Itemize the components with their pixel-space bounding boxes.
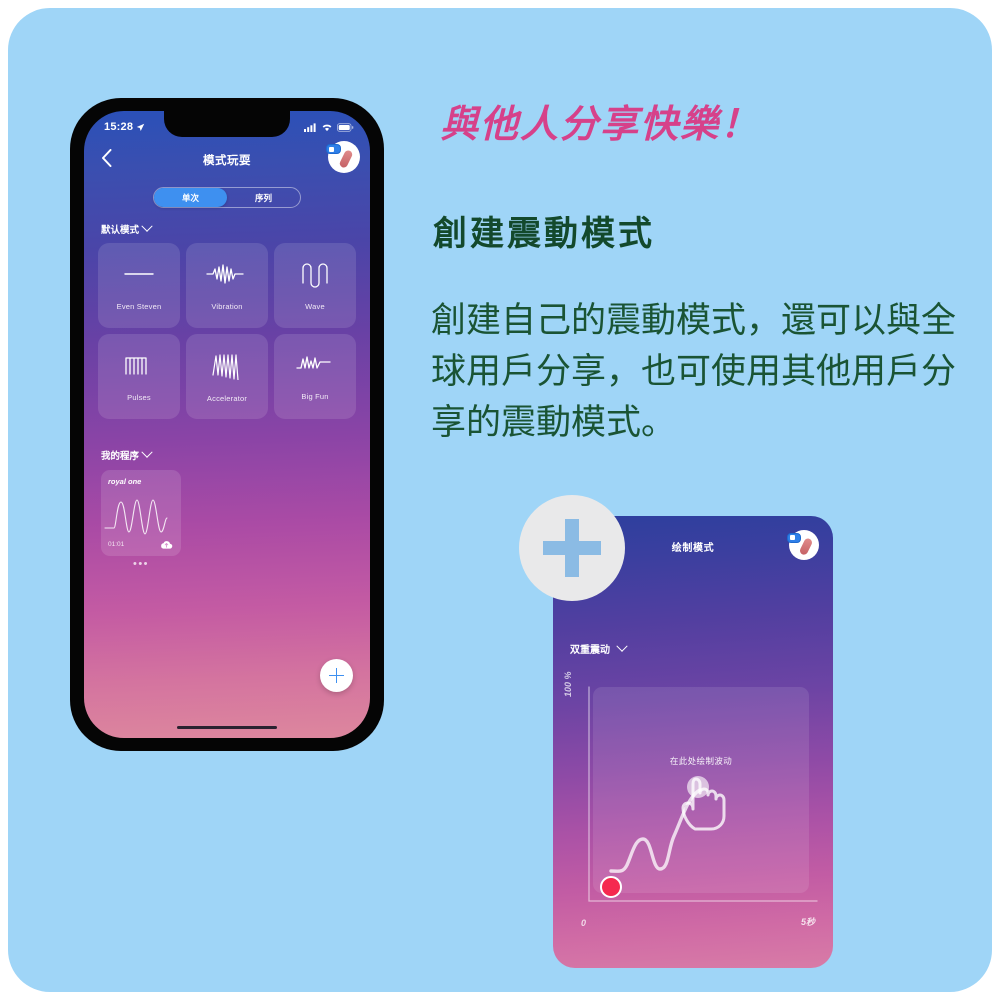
battery-icon [337, 122, 354, 132]
wifi-icon [322, 124, 332, 131]
section-header-default-patterns[interactable]: 默认模式 [101, 220, 153, 236]
chevron-down-icon [141, 220, 153, 232]
cloud-upload-icon[interactable] [160, 539, 173, 550]
program-more-button[interactable]: ••• [101, 559, 181, 570]
back-button[interactable] [95, 145, 117, 171]
pattern-tile-accelerator[interactable]: Accelerator [186, 334, 268, 419]
promo-graphic: 15:28 模式玩耍 单次 序列 默认模式 Even Steven Vibrat… [0, 0, 1000, 1000]
status-icons-group [304, 122, 354, 132]
segment-single[interactable]: 单次 [154, 188, 227, 207]
x-axis-max-label: 5秒 [800, 917, 815, 927]
promo-body-text: 創建自己的震動模式，還可以與全球用戶分享，也可使用其他用戶分享的震動模式。 [431, 301, 957, 443]
phone-screen: 15:28 模式玩耍 单次 序列 默认模式 Even Steven Vibrat… [84, 111, 370, 738]
program-waveform-preview [104, 499, 168, 535]
home-indicator [177, 725, 277, 729]
nav-bar: 模式玩耍 [84, 141, 370, 177]
toy-status-icon[interactable] [326, 141, 360, 173]
status-time-label: 15:28 [104, 121, 134, 133]
pattern-tile-even-steven[interactable]: Even Steven [98, 243, 180, 328]
add-pattern-fab[interactable] [320, 659, 353, 692]
toy-shape [338, 148, 354, 169]
add-new-pattern-button[interactable] [519, 495, 625, 601]
pattern-tile-pulses[interactable]: Pulses [98, 334, 180, 419]
pattern-label: Vibration [211, 302, 243, 311]
program-card-royal-one[interactable]: royal one 01:01 [101, 470, 181, 556]
pattern-grid: Even Steven Vibration Wave Pulses Accele… [98, 243, 356, 419]
pointing-hand-icon [681, 776, 726, 831]
cellular-signal-icon [304, 122, 316, 132]
section-label: 我的程序 [101, 451, 140, 462]
toy-status-icon[interactable] [787, 530, 819, 560]
waveform-pulses-icon [125, 357, 147, 375]
toy-battery-indicator [787, 533, 801, 543]
promo-headline: 與他人分享快樂！ [440, 102, 761, 146]
pattern-label: Big Fun [301, 392, 329, 401]
promo-subheading: 創建震動模式 [433, 214, 655, 254]
location-arrow-icon [136, 123, 145, 131]
pattern-tile-big-fun[interactable]: Big Fun [274, 334, 356, 419]
section-header-my-programs[interactable]: 我的程序 [101, 446, 153, 462]
pattern-tile-wave[interactable]: Wave [274, 243, 356, 328]
chevron-down-icon [616, 640, 628, 652]
pattern-tile-vibration[interactable]: Vibration [186, 243, 268, 328]
segment-sequence[interactable]: 序列 [227, 188, 300, 207]
dual-vibration-label: 双重震动 [570, 645, 610, 656]
phone-mockup: 15:28 模式玩耍 单次 序列 默认模式 Even Steven Vibrat… [71, 99, 383, 750]
waveform-flat-icon [124, 273, 154, 275]
toy-battery-indicator [326, 144, 341, 154]
program-duration: 01:01 [108, 541, 125, 548]
toy-shape [798, 537, 814, 556]
waveform-wave-icon [302, 263, 328, 288]
pattern-label: Even Steven [116, 302, 162, 311]
pattern-label: Accelerator [206, 394, 248, 403]
draw-plot-area: 100 % 在此处绘制波动 0 5秒 [563, 671, 821, 934]
chevron-down-icon [141, 446, 153, 458]
waveform-vibration-icon [206, 264, 244, 284]
chevron-left-icon [101, 149, 111, 167]
pattern-label: Wave [305, 302, 325, 311]
status-time-group: 15:28 [104, 121, 145, 133]
phone-notch [164, 111, 290, 137]
pattern-label: Pulses [127, 393, 151, 402]
waveform-accelerator-icon [212, 354, 239, 380]
program-name: royal one [108, 477, 142, 486]
red-dot-marker[interactable] [596, 872, 626, 902]
dual-vibration-dropdown[interactable]: 双重震动 [570, 640, 628, 656]
x-axis-min-label: 0 [581, 918, 587, 928]
promo-canvas: 15:28 模式玩耍 单次 序列 默认模式 Even Steven Vibrat… [8, 8, 992, 992]
draw-canvas[interactable]: 在此处绘制波动 [593, 687, 809, 893]
section-label: 默认模式 [101, 225, 140, 236]
mode-segmented-control[interactable]: 单次 序列 [153, 187, 301, 208]
waveform-bigfun-icon [296, 356, 331, 369]
